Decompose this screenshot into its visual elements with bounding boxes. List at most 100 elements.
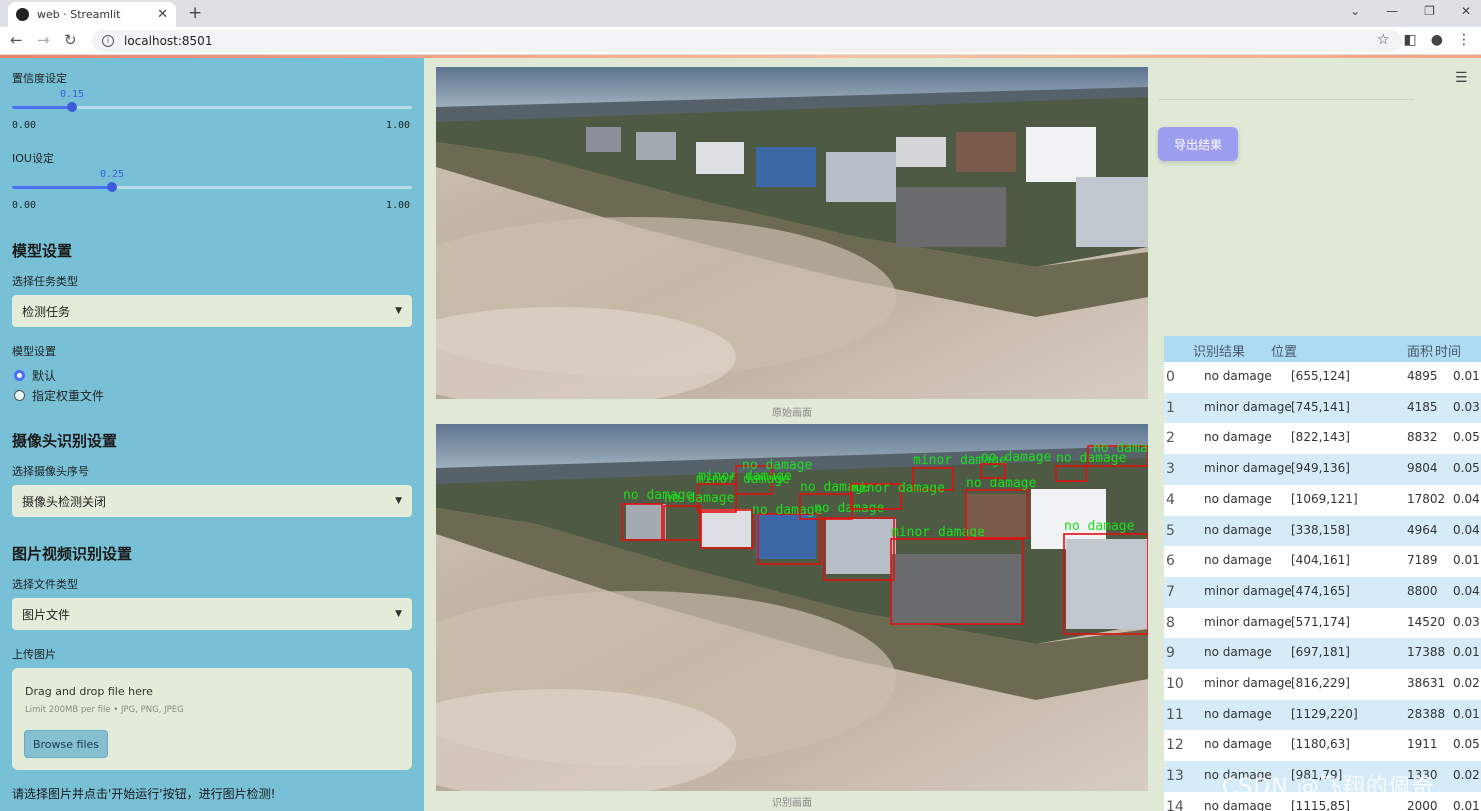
iou-value: 0.25 xyxy=(100,169,125,180)
close-window-icon[interactable]: ✕ xyxy=(1461,4,1471,18)
table-row[interactable]: 3 minor damage [949,136] 9804 0.05 xyxy=(1164,454,1481,486)
table-row[interactable]: 12 no damage [1180,63] 1911 0.05 xyxy=(1164,730,1481,762)
table-row[interactable]: 8 minor damage [571,174] 14520 0.03 xyxy=(1164,607,1481,639)
table-row[interactable]: 0 no damage [655,124] 4895 0.01 xyxy=(1164,362,1481,393)
table-row[interactable]: 10 minor damage [816,229] 38631 0.02 xyxy=(1164,669,1481,700)
camera-index-label: 选择摄像头序号 xyxy=(12,465,89,478)
upload-label: 上传图片 xyxy=(12,648,56,661)
detection-label: no damage xyxy=(1093,441,1148,456)
address-bar: ← → ↻ i localhost:8501 ☆ ◧ ● ⋮ xyxy=(0,27,1481,55)
header-area[interactable]: 面积 xyxy=(1407,341,1433,360)
forward-icon[interactable]: → xyxy=(37,31,50,49)
tab-search-icon[interactable]: ⌄ xyxy=(1350,4,1360,18)
row-index: 14 xyxy=(1166,798,1184,811)
row-area: 28388 xyxy=(1407,706,1446,721)
radio-custom-weights-label: 指定权重文件 xyxy=(32,389,105,403)
profile-avatar-icon[interactable]: ● xyxy=(1431,32,1443,48)
row-result: minor damage xyxy=(1204,614,1292,629)
row-index: 13 xyxy=(1166,768,1184,785)
divider xyxy=(1158,99,1414,100)
row-time: 0.01 xyxy=(1453,706,1480,721)
row-position: [1069,121] xyxy=(1291,491,1358,506)
row-result: no damage xyxy=(1204,553,1272,568)
original-scene xyxy=(436,67,1148,399)
minimize-icon[interactable]: — xyxy=(1386,4,1398,18)
iou-slider[interactable] xyxy=(12,182,412,192)
hint-text: 请选择图片并点击'开始运行'按钮，进行图片检测! xyxy=(12,787,276,801)
results-table[interactable]: 识别结果 位置 面积 时间 0 no damage [655,124] 4895 0.0… xyxy=(1164,336,1481,811)
detection-label: no damage xyxy=(664,491,735,506)
url-text: localhost:8501 xyxy=(124,34,213,48)
radio-default[interactable]: 默认 xyxy=(14,367,56,384)
row-time: 0.01 xyxy=(1453,798,1480,811)
side-panel-icon[interactable]: ◧ xyxy=(1404,32,1417,48)
row-area: 9804 xyxy=(1407,461,1438,476)
row-area: 17388 xyxy=(1407,645,1446,660)
row-position: [655,124] xyxy=(1291,369,1350,383)
table-header: 识别结果 位置 面积 时间 xyxy=(1164,336,1481,362)
file-type-value: 图片文件 xyxy=(22,607,71,622)
new-tab-icon[interactable]: + xyxy=(188,3,202,23)
browse-files-button[interactable]: Browse files xyxy=(24,730,108,758)
row-time: 0.01 xyxy=(1453,553,1480,568)
header-result[interactable]: 识别结果 xyxy=(1193,341,1245,360)
table-row[interactable]: 7 minor damage [474,165] 8800 0.04 xyxy=(1164,576,1481,608)
row-position: [816,229] xyxy=(1291,676,1350,690)
row-index: 10 xyxy=(1166,676,1184,692)
main-menu-icon[interactable]: ☰ xyxy=(1455,70,1468,86)
row-index: 3 xyxy=(1166,461,1175,478)
table-row[interactable]: 5 no damage [338,158] 4964 0.04 xyxy=(1164,515,1481,547)
header-position[interactable]: 位置 xyxy=(1271,341,1297,360)
row-position: [571,174] xyxy=(1291,614,1350,629)
task-type-select[interactable]: 检测任务 ▼ xyxy=(12,295,412,327)
export-results-button[interactable]: 导出结果 xyxy=(1158,127,1238,161)
browser-tab[interactable]: web · Streamlit ✕ xyxy=(8,2,176,27)
row-result: minor damage xyxy=(1204,399,1292,414)
detection-label: minor damage xyxy=(696,472,790,487)
row-index: 8 xyxy=(1166,614,1175,631)
browser-menu-icon[interactable]: ⋮ xyxy=(1457,32,1471,48)
restore-icon[interactable]: ❐ xyxy=(1424,4,1435,18)
bookmark-star-icon[interactable]: ☆ xyxy=(1377,32,1390,48)
row-index: 5 xyxy=(1166,522,1175,539)
row-position: [697,181] xyxy=(1291,645,1350,660)
header-time[interactable]: 时间 xyxy=(1435,341,1461,360)
chevron-down-icon: ▼ xyxy=(395,306,402,316)
file-type-select[interactable]: 图片文件 ▼ xyxy=(12,598,412,630)
row-area: 14520 xyxy=(1407,614,1446,629)
row-time: 0.02 xyxy=(1453,768,1480,783)
confidence-slider-fill xyxy=(12,106,72,109)
row-result: no damage xyxy=(1204,645,1272,660)
confidence-slider[interactable] xyxy=(12,102,412,112)
camera-index-select[interactable]: 摄像头检测关闭 ▼ xyxy=(12,485,412,517)
site-info-icon[interactable]: i xyxy=(102,35,114,47)
table-row[interactable]: 4 no damage [1069,121] 17802 0.04 xyxy=(1164,484,1481,516)
row-index: 0 xyxy=(1166,369,1175,385)
reload-icon[interactable]: ↻ xyxy=(64,31,77,49)
row-result: minor damage xyxy=(1204,583,1292,598)
radio-custom-weights[interactable]: 指定权重文件 xyxy=(14,387,104,404)
table-row[interactable]: 1 minor damage [745,141] 4185 0.03 xyxy=(1164,392,1481,424)
table-row[interactable]: 2 no damage [822,143] 8832 0.05 xyxy=(1164,423,1481,455)
iou-slider-thumb[interactable] xyxy=(107,182,117,192)
original-image xyxy=(436,67,1148,399)
radio-default-label: 默认 xyxy=(32,369,57,383)
dropzone-title: Drag and drop file here xyxy=(25,685,153,698)
confidence-slider-thumb[interactable] xyxy=(67,102,77,112)
row-index: 9 xyxy=(1166,645,1175,662)
row-time: 0.04 xyxy=(1453,583,1480,598)
row-position: [474,165] xyxy=(1291,583,1350,598)
table-row[interactable]: 11 no damage [1129,220] 28388 0.01 xyxy=(1164,699,1481,731)
model-label: 模型设置 xyxy=(12,345,56,358)
row-area: 1911 xyxy=(1407,737,1438,752)
row-index: 6 xyxy=(1166,553,1175,570)
row-result: no damage xyxy=(1204,706,1272,721)
url-field[interactable]: i localhost:8501 xyxy=(92,30,1402,52)
table-row[interactable]: 9 no damage [697,181] 17388 0.01 xyxy=(1164,638,1481,670)
row-area: 4964 xyxy=(1407,522,1438,537)
radio-selected-icon xyxy=(14,370,25,381)
file-dropzone[interactable]: Drag and drop file here Limit 200MB per … xyxy=(12,668,412,770)
back-icon[interactable]: ← xyxy=(10,31,23,49)
table-row[interactable]: 6 no damage [404,161] 7189 0.01 xyxy=(1164,546,1481,578)
close-tab-icon[interactable]: ✕ xyxy=(157,7,168,22)
